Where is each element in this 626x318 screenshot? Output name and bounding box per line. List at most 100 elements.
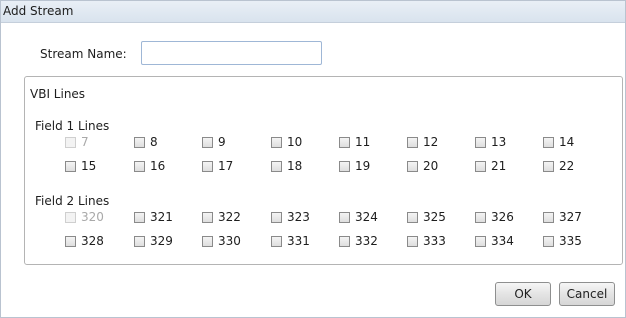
checkbox-box[interactable]	[339, 211, 350, 223]
cancel-button[interactable]: Cancel	[559, 282, 615, 306]
checkbox-label: 7	[81, 135, 89, 149]
checkbox-box[interactable]	[271, 160, 282, 172]
line-checkbox[interactable]: 335	[543, 232, 582, 250]
checkbox-label: 324	[355, 210, 378, 224]
line-checkbox[interactable]: 15	[65, 157, 96, 175]
line-checkbox[interactable]: 331	[271, 232, 310, 250]
stream-name-input[interactable]	[141, 41, 322, 65]
line-checkbox[interactable]: 324	[339, 208, 378, 226]
checkbox-box[interactable]	[271, 136, 282, 148]
checkbox-label: 323	[287, 210, 310, 224]
line-checkbox[interactable]: 323	[271, 208, 310, 226]
checkbox-label: 10	[287, 135, 303, 149]
checkbox-box[interactable]	[475, 235, 486, 247]
line-checkbox[interactable]: 16	[134, 157, 165, 175]
line-checkbox: 7	[65, 133, 89, 151]
line-checkbox[interactable]: 22	[543, 157, 574, 175]
checkbox-label: 21	[491, 159, 507, 173]
line-checkbox[interactable]: 332	[339, 232, 378, 250]
checkbox-label: 335	[559, 234, 582, 248]
checkbox-box[interactable]	[475, 211, 486, 223]
checkbox-label: 20	[423, 159, 439, 173]
checkbox-label: 16	[150, 159, 166, 173]
checkbox-box[interactable]	[339, 136, 350, 148]
checkbox-box[interactable]	[543, 136, 554, 148]
ok-button[interactable]: OK	[495, 282, 551, 306]
checkbox-box[interactable]	[339, 235, 350, 247]
checkbox-box[interactable]	[65, 235, 76, 247]
checkbox-box[interactable]	[134, 235, 145, 247]
line-checkbox[interactable]: 321	[134, 208, 173, 226]
checkbox-box[interactable]	[475, 160, 486, 172]
title-bar: Add Stream	[1, 1, 625, 23]
line-checkbox[interactable]: 17	[202, 157, 233, 175]
checkbox-box[interactable]	[65, 160, 76, 172]
checkbox-box[interactable]	[475, 136, 486, 148]
checkbox-label: 13	[491, 135, 507, 149]
checkbox-box[interactable]	[134, 160, 145, 172]
checkbox-label: 14	[559, 135, 575, 149]
line-checkbox[interactable]: 12	[407, 133, 438, 151]
checkbox-label: 8	[150, 135, 158, 149]
line-checkbox[interactable]: 326	[475, 208, 514, 226]
checkbox-box[interactable]	[271, 211, 282, 223]
line-checkbox[interactable]: 19	[339, 157, 370, 175]
line-checkbox[interactable]: 10	[271, 133, 302, 151]
checkbox-label: 321	[150, 210, 173, 224]
line-checkbox[interactable]: 20	[407, 157, 438, 175]
checkbox-box[interactable]	[202, 136, 213, 148]
checkbox-label: 331	[287, 234, 310, 248]
line-checkbox[interactable]: 325	[407, 208, 446, 226]
checkbox-box	[65, 136, 76, 148]
checkbox-box[interactable]	[339, 160, 350, 172]
checkbox-box[interactable]	[543, 211, 554, 223]
checkbox-label: 15	[81, 159, 97, 173]
line-checkbox[interactable]: 11	[339, 133, 370, 151]
checkbox-label: 322	[218, 210, 241, 224]
checkbox-label: 19	[355, 159, 371, 173]
checkbox-label: 334	[491, 234, 514, 248]
checkbox-label: 12	[423, 135, 439, 149]
vbi-lines-title: VBI Lines	[30, 87, 86, 101]
checkbox-box[interactable]	[407, 235, 418, 247]
checkbox-box[interactable]	[202, 160, 213, 172]
line-checkbox[interactable]: 330	[202, 232, 241, 250]
checkbox-label: 329	[150, 234, 173, 248]
line-checkbox[interactable]: 334	[475, 232, 514, 250]
line-checkbox[interactable]: 9	[202, 133, 226, 151]
checkbox-box[interactable]	[134, 136, 145, 148]
line-checkbox[interactable]: 328	[65, 232, 104, 250]
window-title: Add Stream	[3, 4, 74, 18]
checkbox-label: 333	[423, 234, 446, 248]
line-checkbox: 320	[65, 208, 104, 226]
checkbox-box[interactable]	[407, 211, 418, 223]
checkbox-box[interactable]	[202, 235, 213, 247]
checkbox-box[interactable]	[543, 160, 554, 172]
checkbox-box[interactable]	[543, 235, 554, 247]
checkbox-box[interactable]	[407, 136, 418, 148]
line-checkbox[interactable]: 327	[543, 208, 582, 226]
checkbox-box[interactable]	[134, 211, 145, 223]
line-checkbox[interactable]: 13	[475, 133, 506, 151]
line-checkbox[interactable]: 329	[134, 232, 173, 250]
vbi-lines-group: VBI Lines Field 1 Lines 7 8 9 10 11 12 13 14 15 1…	[24, 76, 623, 265]
checkbox-box[interactable]	[271, 235, 282, 247]
line-checkbox[interactable]: 322	[202, 208, 241, 226]
line-checkbox[interactable]: 21	[475, 157, 506, 175]
line-checkbox[interactable]: 18	[271, 157, 302, 175]
stream-name-label: Stream Name:	[40, 47, 127, 61]
line-checkbox[interactable]: 333	[407, 232, 446, 250]
checkbox-label: 326	[491, 210, 514, 224]
checkbox-box	[65, 211, 76, 223]
checkbox-box[interactable]	[407, 160, 418, 172]
checkbox-label: 327	[559, 210, 582, 224]
line-checkbox[interactable]: 14	[543, 133, 574, 151]
line-checkbox[interactable]: 8	[134, 133, 158, 151]
checkbox-label: 22	[559, 159, 575, 173]
checkbox-label: 320	[81, 210, 104, 224]
field1-lines-label: Field 1 Lines	[35, 119, 110, 133]
checkbox-label: 9	[218, 135, 226, 149]
checkbox-label: 332	[355, 234, 378, 248]
checkbox-label: 325	[423, 210, 446, 224]
checkbox-box[interactable]	[202, 211, 213, 223]
